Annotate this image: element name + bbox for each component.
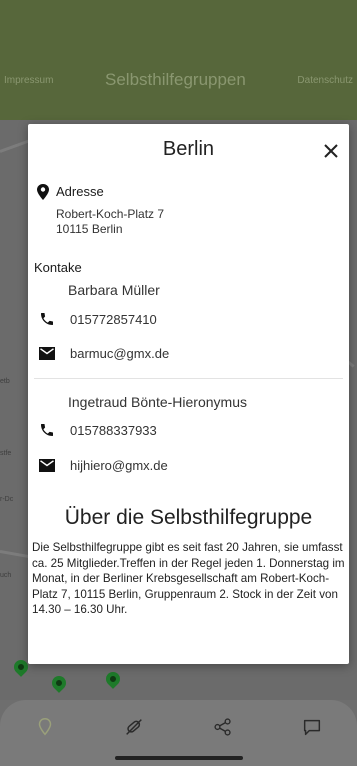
nav-impressum-link[interactable]: Impressum — [4, 75, 53, 86]
contact-divider — [34, 378, 343, 379]
phone-icon — [38, 421, 56, 439]
contact-email-row[interactable]: hijhiero@gmx.de — [38, 456, 168, 474]
contact-name: Ingetraud Bönte-Hieronymus — [68, 394, 247, 410]
phone-icon — [38, 310, 56, 328]
no-pill-tab-icon — [126, 719, 142, 735]
about-heading: Über die Selbsthilfegruppe — [64, 506, 313, 529]
top-navigation: Impressum Selbsthilfegruppen Datenschutz — [0, 60, 357, 100]
tab-no-pill[interactable] — [114, 707, 154, 747]
contact-email[interactable]: hijhiero@gmx.de — [70, 458, 168, 473]
share-tab-icon — [214, 718, 231, 736]
modal-title: Berlin — [162, 138, 215, 160]
map-label: etb — [0, 378, 10, 385]
map-label: r-Dc — [0, 496, 14, 503]
map-pin-icon[interactable] — [103, 669, 123, 689]
address-city: 10115 Berlin — [56, 222, 123, 236]
group-detail-modal: Berlin Adresse Robert-Koch-Platz 7 10115… — [28, 124, 349, 664]
address-street: Robert-Koch-Platz 7 — [56, 207, 165, 221]
nav-datenschutz-link[interactable]: Datenschutz — [297, 75, 353, 86]
map-pin-icon[interactable] — [49, 673, 69, 693]
map-label: uch — [0, 572, 12, 579]
address-label: Adresse — [56, 184, 104, 199]
about-description: Die Selbsthilfegruppe gibt es seit fast … — [32, 541, 345, 617]
tab-location[interactable] — [25, 707, 65, 747]
close-icon — [324, 144, 338, 158]
tab-chat[interactable] — [292, 707, 332, 747]
contact-email-row[interactable]: barmuc@gmx.de — [38, 344, 169, 362]
contact-phone[interactable]: 015788337933 — [70, 423, 157, 438]
contact-phone-row[interactable]: 015788337933 — [38, 421, 157, 439]
contact-phone[interactable]: 015772857410 — [70, 312, 157, 327]
location-tab-icon — [38, 718, 51, 736]
chat-tab-icon — [304, 719, 321, 736]
home-indicator[interactable] — [115, 756, 243, 760]
contacts-label: Kontake — [34, 260, 82, 275]
map-label: stfe — [0, 450, 12, 457]
contact-phone-row[interactable]: 015772857410 — [38, 310, 157, 328]
tab-share[interactable] — [203, 707, 243, 747]
contact-name: Barbara Müller — [68, 282, 160, 298]
contact-email[interactable]: barmuc@gmx.de — [70, 346, 169, 361]
location-pin-icon — [37, 184, 49, 200]
mail-icon — [38, 456, 56, 474]
close-button[interactable] — [320, 140, 342, 162]
mail-icon — [38, 344, 56, 362]
nav-selbsthilfegruppen-title[interactable]: Selbsthilfegruppen — [105, 70, 246, 90]
